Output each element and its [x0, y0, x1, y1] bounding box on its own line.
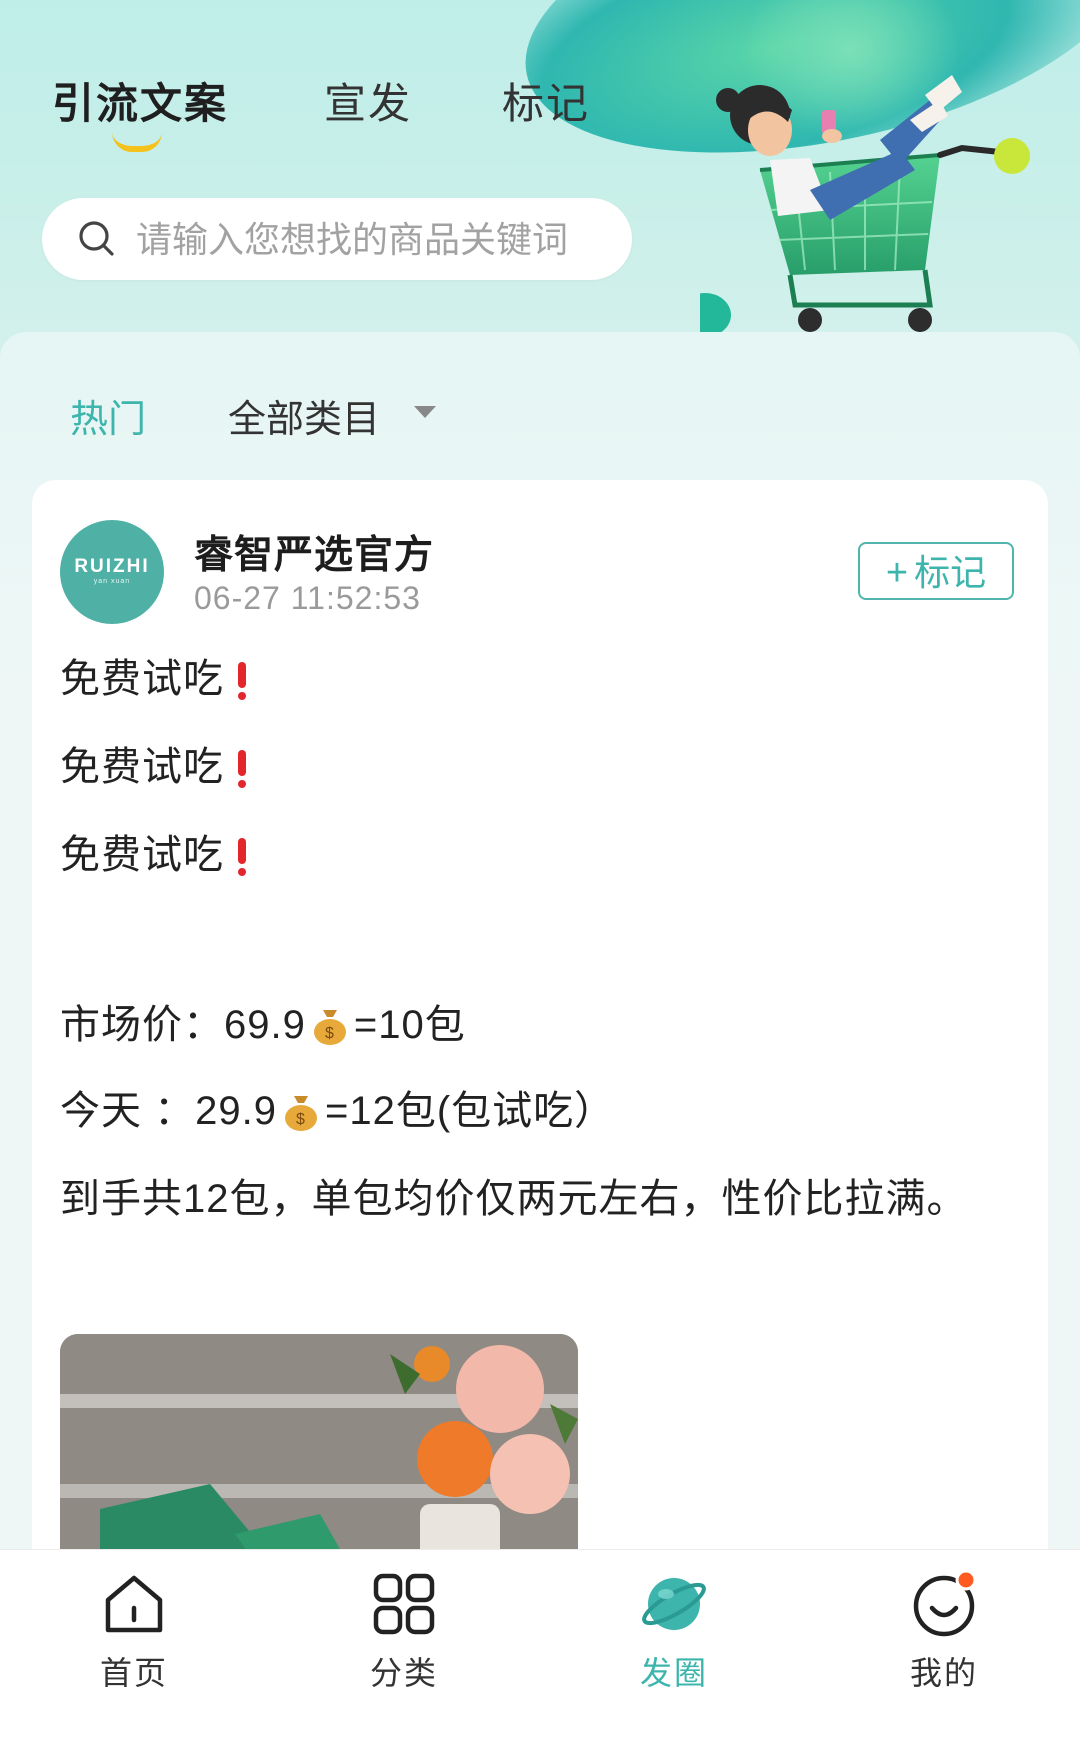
category-dropdown[interactable]: 全部类目 [228, 388, 380, 443]
hero-banner: 引流文案 宣发 标记 [0, 0, 1080, 360]
exclamation-icon [238, 662, 246, 700]
nav-category-label: 分类 [369, 1655, 438, 1691]
search-input[interactable] [134, 198, 618, 282]
author-name: 睿智严选官方 [194, 534, 435, 577]
svg-text:$: $ [296, 1111, 306, 1128]
post-line-text: 到手共12包，单包均价仅两元左右，性价比拉满。 [60, 1177, 968, 1221]
post-line: 到手共12包，单包均价仅两元左右，性价比拉满。 [60, 1166, 968, 1224]
bottom-navigation: 首页 分类 发圈 我的 [0, 1550, 1080, 1738]
post-time: 06-27 11:52:53 [194, 580, 421, 616]
nav-moments[interactable]: 发圈 [594, 1568, 754, 1694]
notification-badge [955, 1569, 977, 1591]
nav-home-label: 首页 [99, 1655, 168, 1691]
post-line: 免费试吃 [60, 734, 246, 792]
chevron-down-icon[interactable] [414, 406, 436, 418]
mark-button-label: 标记 [914, 552, 987, 593]
post-card: RUIZHI yan xuan 睿智严选官方 06-27 11:52:53 + 标… [32, 480, 1048, 1580]
nav-profile[interactable]: 我的 [864, 1568, 1024, 1694]
main-content: 热门 全部类目 RUIZHI yan xuan 睿智严选官方 06-27 11:… [0, 332, 1080, 1580]
search-icon [79, 221, 114, 256]
svg-text:$: $ [325, 1025, 335, 1042]
filter-hot[interactable]: 热门 [70, 388, 146, 443]
post-line-text: 市场价：69.9 [60, 1003, 306, 1047]
grid-icon [373, 1573, 435, 1635]
exclamation-icon [238, 750, 246, 788]
money-bag-icon: $ [284, 1096, 317, 1131]
post-line-text: 今天 ：29.9 [60, 1089, 277, 1133]
post-line-text: =12包(包试吃） [324, 1089, 616, 1133]
nav-category[interactable]: 分类 [324, 1568, 484, 1694]
money-bag-icon: $ [313, 1010, 346, 1045]
product-image[interactable] [60, 1334, 578, 1580]
avatar-sub-text: yan xuan [93, 578, 131, 585]
home-icon [105, 1575, 163, 1633]
nav-moments-label: 发圈 [639, 1655, 708, 1691]
avatar-brand-text: RUIZHI [74, 556, 150, 577]
exclamation-icon [238, 838, 246, 876]
post-line: 免费试吃 [60, 646, 246, 704]
post-line-text: 免费试吃 [60, 657, 224, 701]
tab-copywriting[interactable]: 引流文案 [52, 70, 228, 131]
nav-profile-label: 我的 [909, 1655, 978, 1691]
mark-button[interactable]: + 标记 [858, 542, 1014, 600]
product-photo [60, 1334, 578, 1580]
tab-marked[interactable]: 标记 [502, 70, 590, 131]
post-line-text: 免费试吃 [60, 833, 224, 877]
planet-icon [642, 1578, 706, 1630]
tab-promotion[interactable]: 宣发 [324, 70, 412, 131]
smile-icon [913, 1569, 977, 1637]
shopping-cart-illustration [700, 75, 1030, 337]
active-tab-indicator [112, 132, 162, 152]
plus-icon: + [885, 552, 909, 594]
post-line: 市场价：69.9 $ =10包 [60, 992, 466, 1050]
post-line: 今天 ：29.9 $ =12包(包试吃） [60, 1078, 615, 1136]
post-line-text: =10包 [353, 1003, 466, 1047]
post-line-text: 免费试吃 [60, 745, 224, 789]
nav-home[interactable]: 首页 [54, 1568, 214, 1694]
post-line: 免费试吃 [60, 822, 246, 880]
avatar[interactable]: RUIZHI yan xuan [60, 520, 164, 624]
top-tabs: 引流文案 宣发 标记 [0, 70, 700, 160]
search-bar[interactable] [42, 198, 632, 282]
